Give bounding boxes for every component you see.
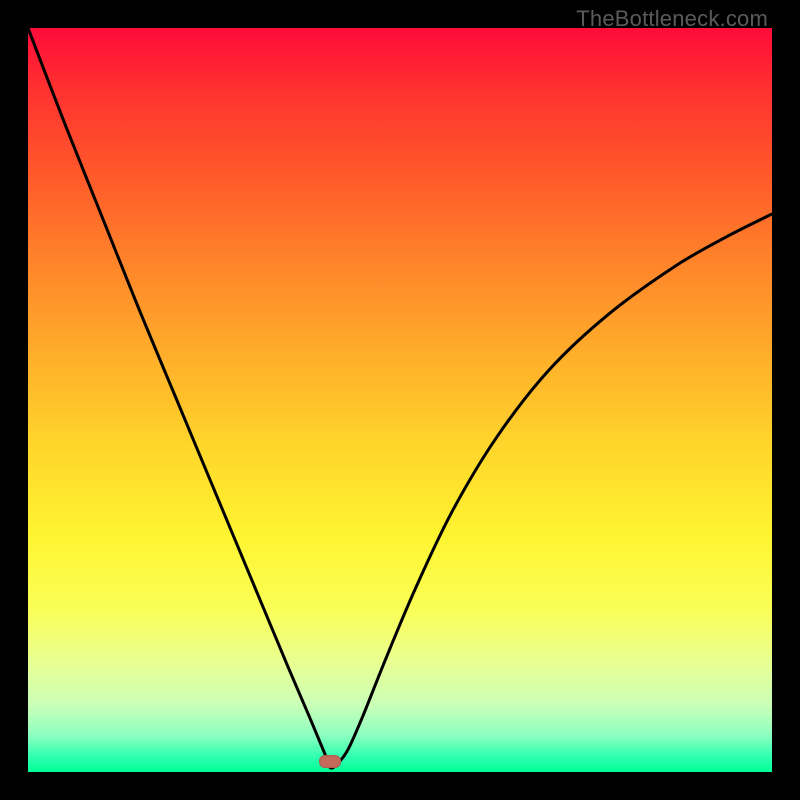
watermark-text: TheBottleneck.com (576, 6, 768, 32)
plot-area (28, 28, 772, 772)
chart-frame: TheBottleneck.com (0, 0, 800, 800)
optimum-marker (319, 755, 341, 768)
curve-layer (28, 28, 772, 772)
bottleneck-curve (28, 28, 772, 768)
